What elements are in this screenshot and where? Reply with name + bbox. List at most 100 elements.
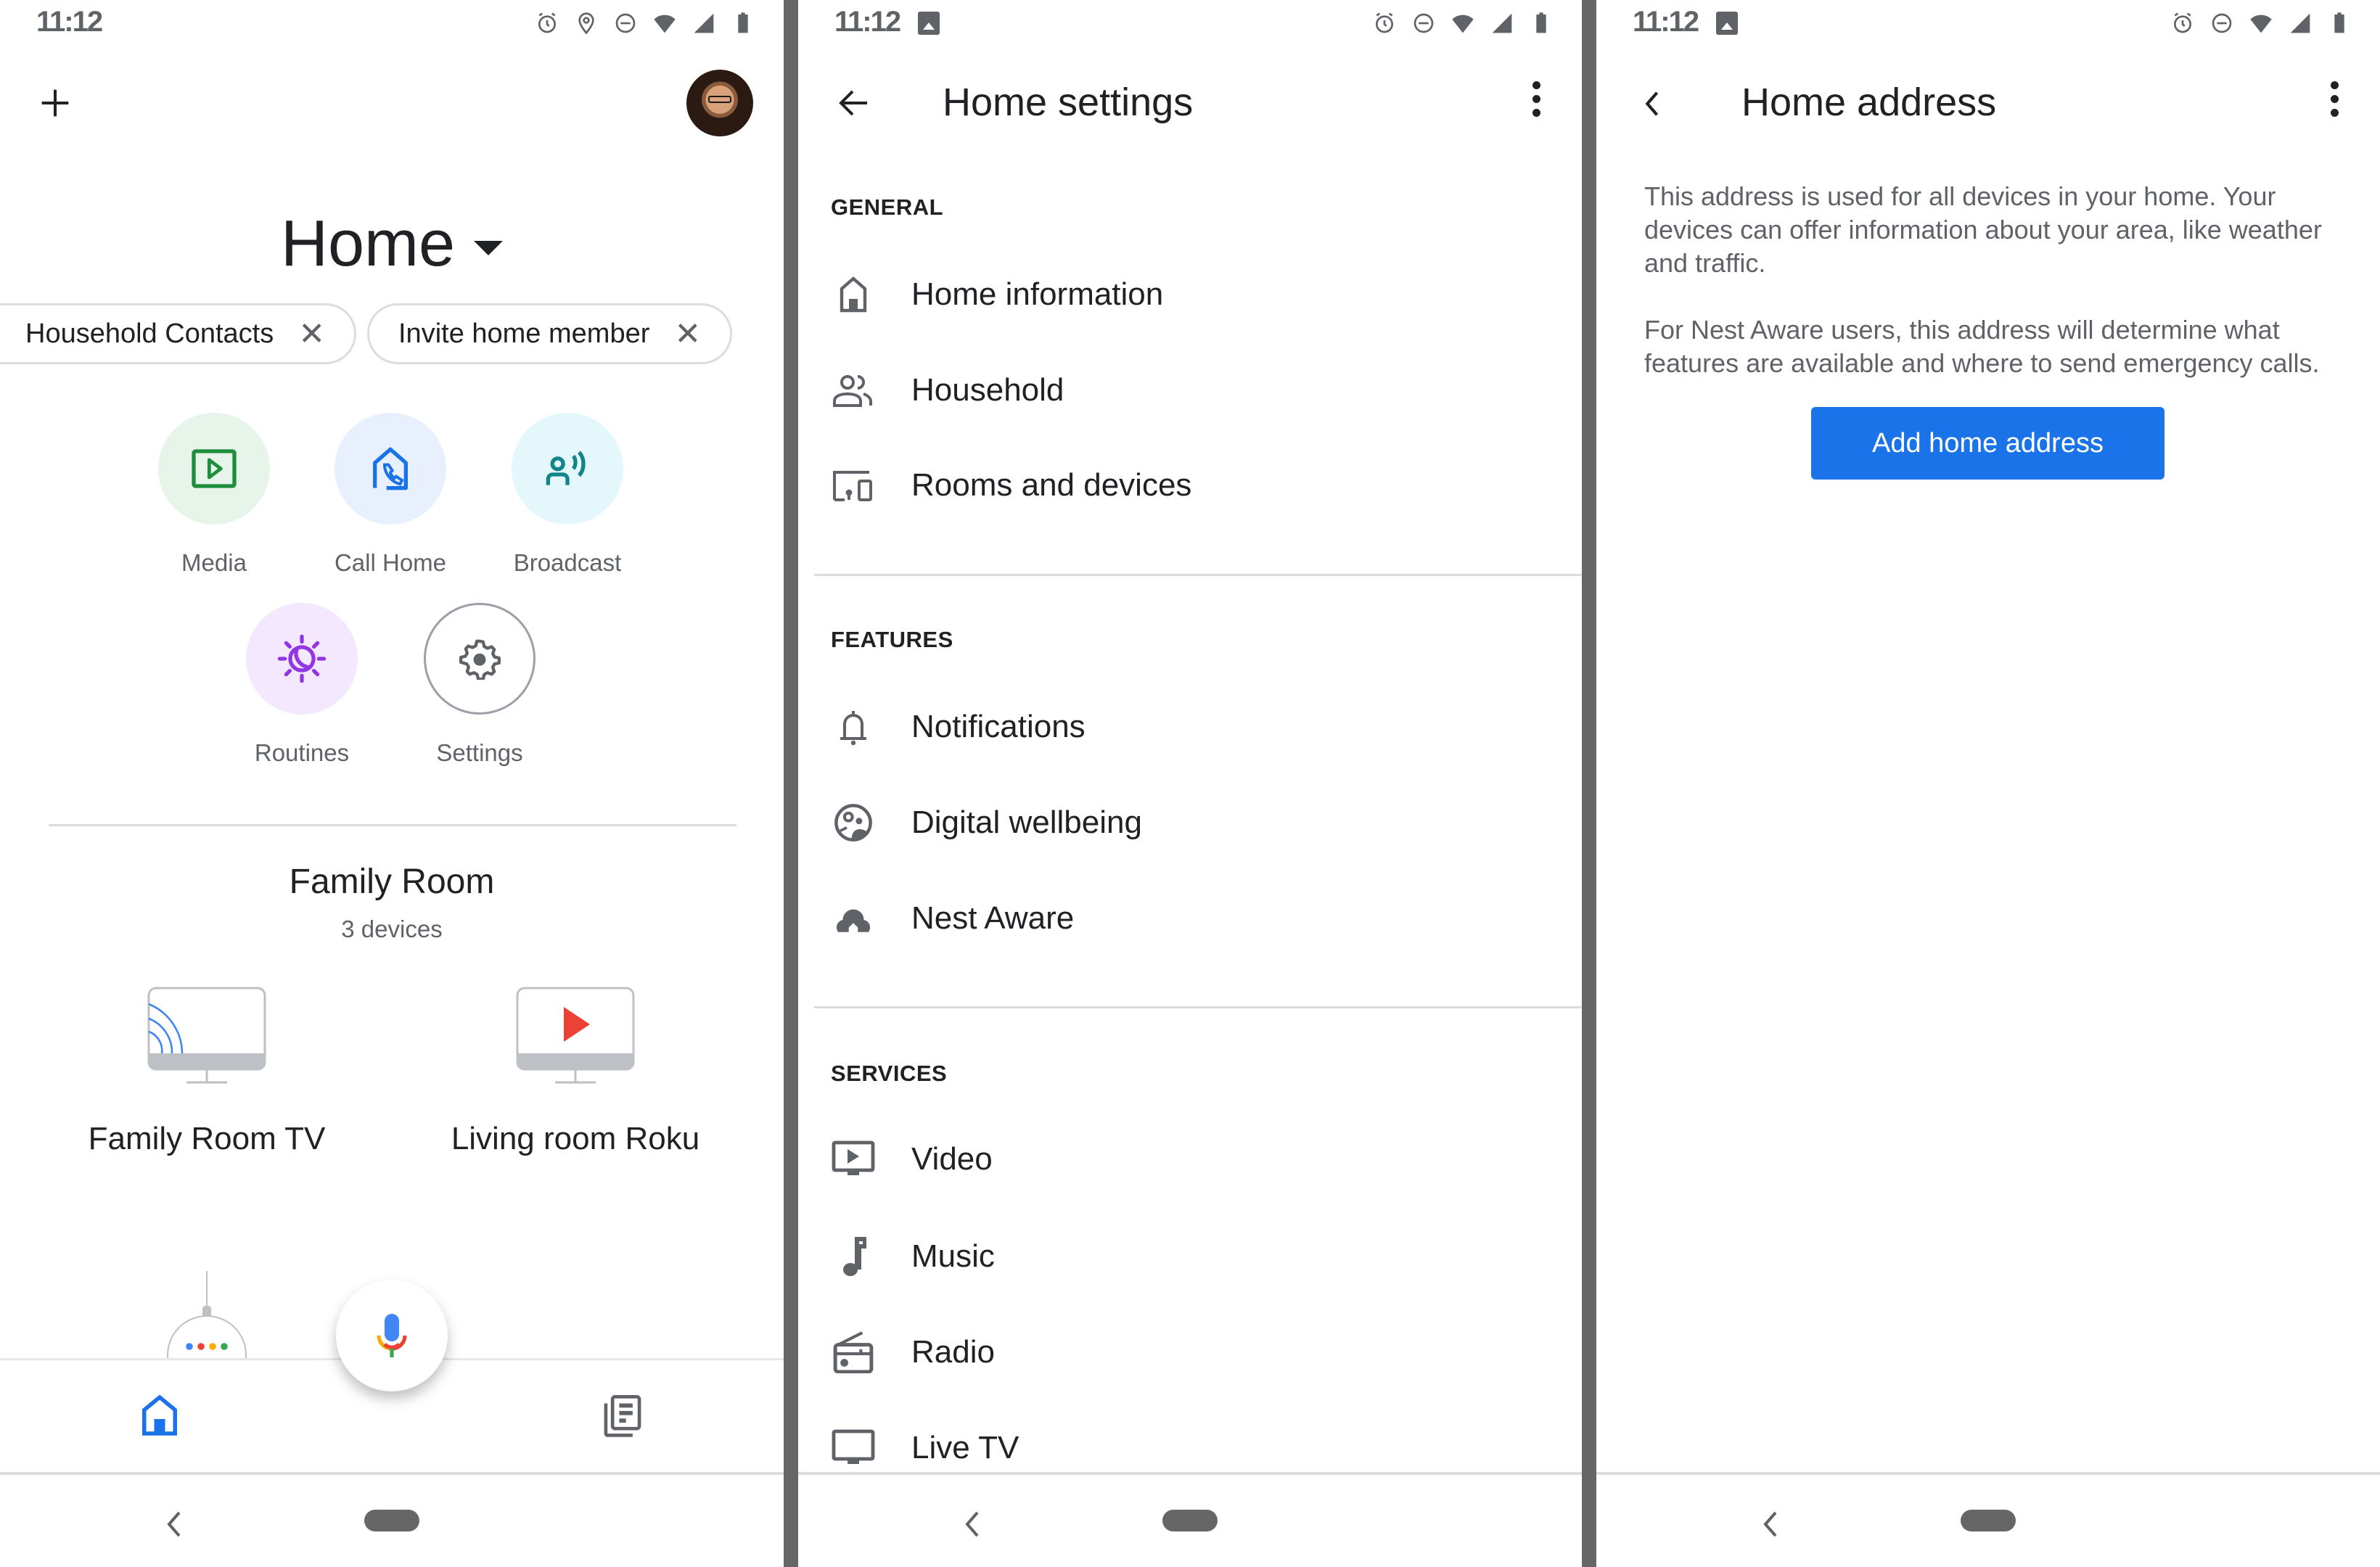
smart-speaker-icon[interactable] bbox=[163, 1271, 250, 1361]
chip-invite-home-member[interactable]: Invite home member ✕ bbox=[367, 303, 733, 364]
setting-home-information[interactable]: Home information bbox=[798, 255, 1582, 334]
cast-tv-icon bbox=[147, 987, 266, 1084]
setting-radio[interactable]: Radio bbox=[798, 1312, 1582, 1392]
home-icon bbox=[840, 276, 867, 313]
close-icon[interactable]: ✕ bbox=[674, 316, 701, 353]
image-notification-icon bbox=[1716, 12, 1738, 35]
dropdown-caret-icon bbox=[474, 241, 504, 256]
music-note-icon bbox=[843, 1237, 866, 1276]
microphone-icon bbox=[377, 1314, 407, 1357]
setting-rooms-and-devices[interactable]: Rooms and devices bbox=[798, 445, 1582, 525]
setting-digital-wellbeing[interactable]: Digital wellbeing bbox=[798, 783, 1582, 863]
setting-label: Video bbox=[911, 1141, 993, 1177]
setting-label: Home information bbox=[911, 276, 1164, 312]
do-not-disturb-icon bbox=[2212, 13, 2232, 33]
section-divider bbox=[814, 574, 1582, 576]
setting-nest-aware[interactable]: Nest Aware bbox=[798, 879, 1582, 958]
avatar-glasses bbox=[708, 96, 731, 103]
back-arrow-icon[interactable] bbox=[836, 86, 872, 120]
chip-label: Invite home member bbox=[398, 318, 650, 349]
routines-circle bbox=[246, 603, 358, 715]
address-description: This address is used for all devices in … bbox=[1644, 181, 2322, 278]
wifi-icon bbox=[2250, 15, 2272, 33]
setting-notifications[interactable]: Notifications bbox=[798, 687, 1582, 767]
setting-video[interactable]: Video bbox=[798, 1119, 1582, 1199]
add-icon[interactable] bbox=[39, 87, 71, 119]
page-title: Home settings bbox=[943, 81, 1194, 124]
system-back-icon[interactable] bbox=[163, 1510, 182, 1539]
add-home-address-button[interactable]: Add home address bbox=[1811, 407, 2164, 480]
setting-music[interactable]: Music bbox=[798, 1217, 1582, 1296]
home-settings-screen: 11:12 Home settings GENERAL Home informa… bbox=[798, 0, 1582, 1567]
chip-household-contacts[interactable]: Household Contacts ✕ bbox=[0, 303, 357, 364]
device-family-room-tv[interactable]: Family Room TV bbox=[47, 987, 366, 1157]
media-play-icon bbox=[192, 449, 237, 488]
setting-label: Household bbox=[911, 372, 1064, 408]
system-home-pill[interactable] bbox=[364, 1510, 419, 1531]
setting-label: Live TV bbox=[911, 1430, 1019, 1465]
status-time: 11:12 bbox=[1633, 6, 1699, 38]
room-device-count: 3 devices bbox=[341, 916, 443, 942]
nest-aware-icon bbox=[836, 909, 871, 932]
action-settings[interactable]: Settings bbox=[422, 603, 538, 767]
wellbeing-icon bbox=[834, 804, 872, 842]
video-icon bbox=[832, 1140, 875, 1175]
device-living-room-roku[interactable]: Living room Roku bbox=[416, 987, 735, 1157]
device-name: Living room Roku bbox=[451, 1121, 700, 1156]
call-home-icon bbox=[373, 447, 408, 490]
page-title: Home address bbox=[1741, 81, 1997, 124]
action-label: Call Home bbox=[334, 549, 447, 576]
routines-icon bbox=[277, 634, 327, 683]
status-icons bbox=[1373, 9, 1553, 38]
back-chevron-icon[interactable] bbox=[1641, 90, 1660, 118]
location-icon bbox=[578, 12, 594, 35]
media-circle bbox=[158, 413, 270, 525]
home-address-screen: 11:12 Home address This address is used … bbox=[1596, 0, 2380, 1567]
broadcast-icon bbox=[546, 451, 586, 485]
action-routines[interactable]: Routines bbox=[244, 603, 360, 767]
status-time: 11:12 bbox=[834, 6, 901, 38]
gear-icon bbox=[459, 639, 501, 680]
system-nav-bar bbox=[1596, 1472, 2380, 1567]
more-options-icon[interactable] bbox=[2327, 81, 2342, 125]
setting-label: Rooms and devices bbox=[911, 467, 1192, 503]
system-nav-bar bbox=[798, 1472, 1582, 1567]
radio-icon bbox=[833, 1331, 874, 1373]
action-label: Broadcast bbox=[513, 549, 622, 576]
setting-label: Notifications bbox=[911, 709, 1086, 744]
setting-label: Digital wellbeing bbox=[911, 805, 1142, 840]
account-avatar[interactable] bbox=[686, 70, 753, 136]
action-label: Media bbox=[181, 549, 247, 576]
system-back-icon[interactable] bbox=[1760, 1510, 1778, 1539]
system-home-pill[interactable] bbox=[1162, 1510, 1218, 1531]
home-icon[interactable] bbox=[141, 1395, 178, 1436]
action-label: Settings bbox=[436, 739, 523, 766]
section-header-services: SERVICES bbox=[831, 1061, 948, 1086]
battery-icon bbox=[1536, 12, 1546, 33]
close-icon[interactable]: ✕ bbox=[298, 316, 325, 353]
feed-icon[interactable] bbox=[602, 1395, 643, 1439]
system-back-icon[interactable] bbox=[961, 1510, 980, 1539]
status-icons bbox=[2171, 9, 2351, 38]
settings-circle bbox=[424, 603, 536, 715]
do-not-disturb-icon bbox=[615, 13, 636, 33]
image-notification-icon bbox=[918, 12, 940, 35]
setting-household[interactable]: Household bbox=[798, 350, 1582, 430]
room-title: Family Room bbox=[289, 863, 495, 901]
status-icons bbox=[536, 9, 755, 38]
bell-icon bbox=[840, 711, 866, 746]
system-nav-bar bbox=[0, 1472, 784, 1567]
action-media[interactable]: Media bbox=[156, 413, 272, 577]
people-icon bbox=[833, 375, 872, 407]
assistant-mic-button[interactable] bbox=[336, 1280, 448, 1391]
action-label: Routines bbox=[254, 739, 350, 766]
more-options-icon[interactable] bbox=[1529, 81, 1543, 125]
action-call-home[interactable]: Call Home bbox=[332, 413, 448, 577]
action-broadcast[interactable]: Broadcast bbox=[509, 413, 625, 577]
tv-icon bbox=[832, 1429, 875, 1464]
home-selector[interactable]: Home bbox=[0, 207, 784, 281]
section-header-features: FEATURES bbox=[831, 627, 953, 652]
call-home-circle bbox=[335, 413, 446, 525]
setting-label: Radio bbox=[911, 1334, 995, 1370]
system-home-pill[interactable] bbox=[1961, 1510, 2016, 1531]
